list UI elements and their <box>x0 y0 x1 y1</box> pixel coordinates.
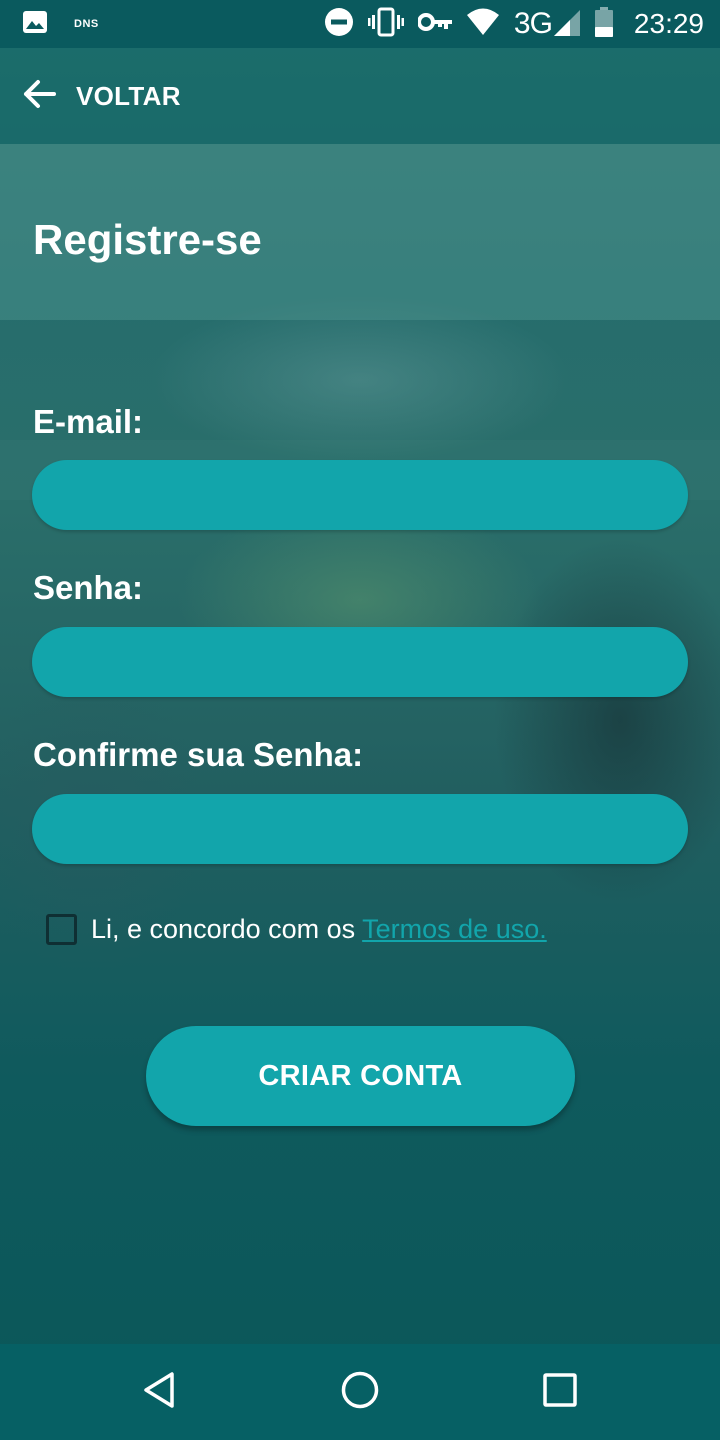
signal-icon <box>553 10 580 41</box>
vpn-key-icon <box>416 12 452 37</box>
app-bar: VOLTAR <box>0 48 720 144</box>
create-account-button[interactable]: CRIAR CONTA <box>146 1026 575 1126</box>
status-bar: DNS 3G 23:29 <box>0 0 720 48</box>
status-left: DNS <box>22 10 99 39</box>
battery-icon <box>594 6 614 42</box>
image-icon <box>22 10 48 39</box>
terms-link[interactable]: Termos de uso. <box>362 914 547 944</box>
vibrate-icon <box>367 7 404 42</box>
do-not-disturb-icon <box>324 7 354 42</box>
confirm-password-label: Confirme sua Senha: <box>33 736 364 773</box>
back-label: VOLTAR <box>76 80 181 111</box>
recents-square-icon <box>540 1370 580 1415</box>
terms-checkbox[interactable] <box>46 913 77 945</box>
navigation-bar <box>0 1344 720 1440</box>
password-label: Senha: <box>33 569 144 606</box>
email-label: E-mail: <box>33 403 144 440</box>
home-circle-icon <box>340 1370 380 1415</box>
page-title: Registre-se <box>33 216 262 263</box>
nav-home-button[interactable] <box>332 1364 388 1420</box>
clock: 23:29 <box>633 8 704 39</box>
nav-back-button[interactable] <box>132 1364 188 1420</box>
email-field[interactable] <box>32 460 688 530</box>
nav-recents-button[interactable] <box>532 1364 588 1420</box>
wifi-icon <box>466 8 500 41</box>
terms-text: Li, e concordo com os <box>91 914 356 944</box>
back-triangle-icon <box>140 1370 180 1415</box>
confirm-password-field[interactable] <box>32 794 688 864</box>
arrow-left-icon <box>22 79 56 114</box>
terms-row: Li, e concordo com os Termos de uso. <box>46 910 547 948</box>
status-right: 3G 23:29 <box>324 6 704 42</box>
network-type-label: 3G <box>513 7 553 40</box>
password-field[interactable] <box>32 627 688 697</box>
back-button[interactable]: VOLTAR <box>22 79 181 114</box>
dns-label: DNS <box>74 18 99 30</box>
